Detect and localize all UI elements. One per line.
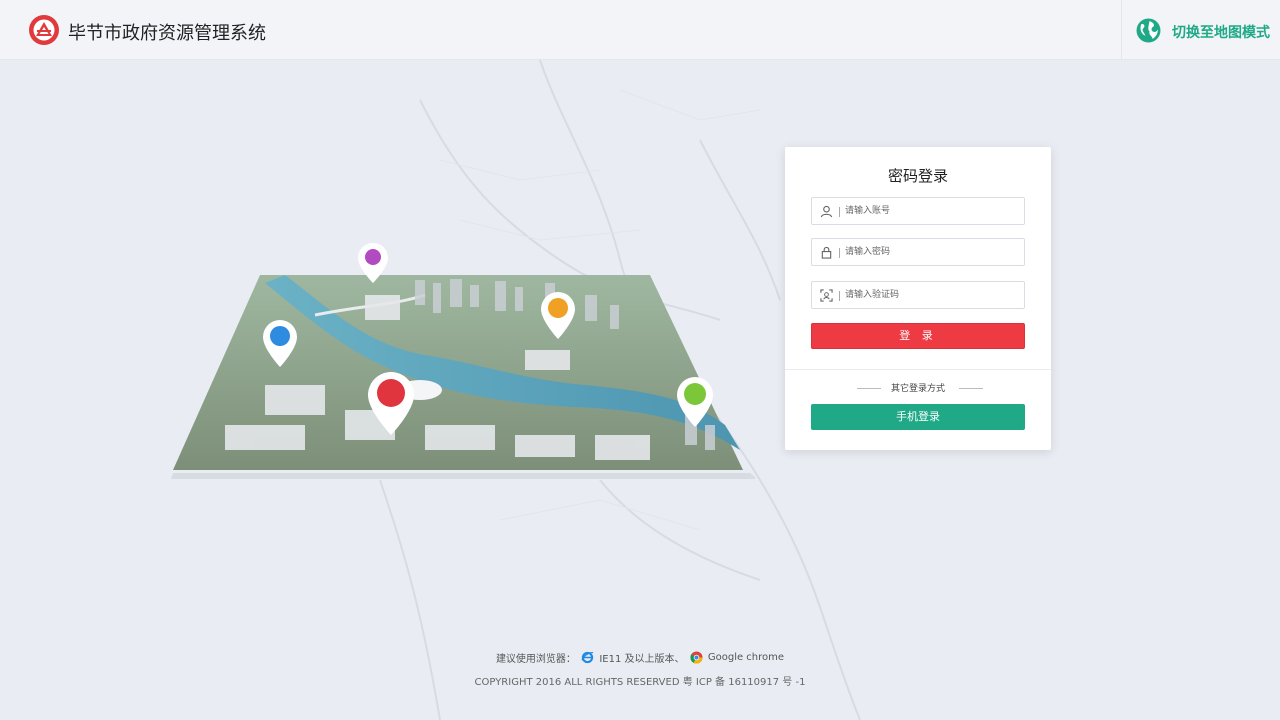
captcha-input[interactable] <box>845 282 1021 308</box>
account-field[interactable] <box>811 197 1025 225</box>
chrome-browser-icon <box>690 651 703 664</box>
user-icon <box>820 205 833 218</box>
password-input[interactable] <box>845 239 1021 265</box>
government-emblem-icon <box>29 15 59 45</box>
browser-prefix: 建议使用浏览器： <box>495 654 576 665</box>
top-header: 毕节市政府资源管理系统 切换至地图模式 <box>0 0 1280 60</box>
map-mode-switch[interactable]: 切换至地图模式 <box>1121 0 1280 60</box>
login-card: 密码登录 登 录 其它登录方式 手机登录 <box>785 147 1051 450</box>
lock-icon <box>821 246 832 259</box>
city-map-illustration <box>171 243 755 479</box>
login-title: 密码登录 <box>887 167 948 185</box>
globe-icon <box>1136 18 1161 43</box>
app-title: 毕节市政府资源管理系统 <box>68 23 266 44</box>
browser-ie-label: IE11 及以上版本、 <box>599 654 685 665</box>
captcha-icon <box>820 289 833 302</box>
browser-recommendation: 建议使用浏览器： IE11 及以上版本、 Google chrome <box>0 650 1280 666</box>
phone-login-button[interactable]: 手机登录 <box>811 404 1025 430</box>
other-login-label: 其它登录方式 <box>890 384 945 394</box>
field-separator <box>839 248 840 258</box>
map-mode-label: 切换至地图模式 <box>1172 25 1270 41</box>
captcha-field[interactable] <box>811 281 1025 309</box>
copyright-text: COPYRIGHT 2016 ALL RIGHTS RESERVED 粤 ICP… <box>474 677 806 688</box>
password-field[interactable] <box>811 238 1025 266</box>
login-button[interactable]: 登 录 <box>811 323 1025 349</box>
ie-browser-icon <box>581 651 594 664</box>
field-separator <box>839 207 840 217</box>
divider-line-right <box>959 388 983 389</box>
card-divider <box>785 369 1051 370</box>
field-separator <box>839 291 840 301</box>
other-login-methods: 其它登录方式 <box>785 381 1051 395</box>
browser-chrome-label: Google chrome <box>707 652 785 663</box>
account-input[interactable] <box>845 198 1021 224</box>
